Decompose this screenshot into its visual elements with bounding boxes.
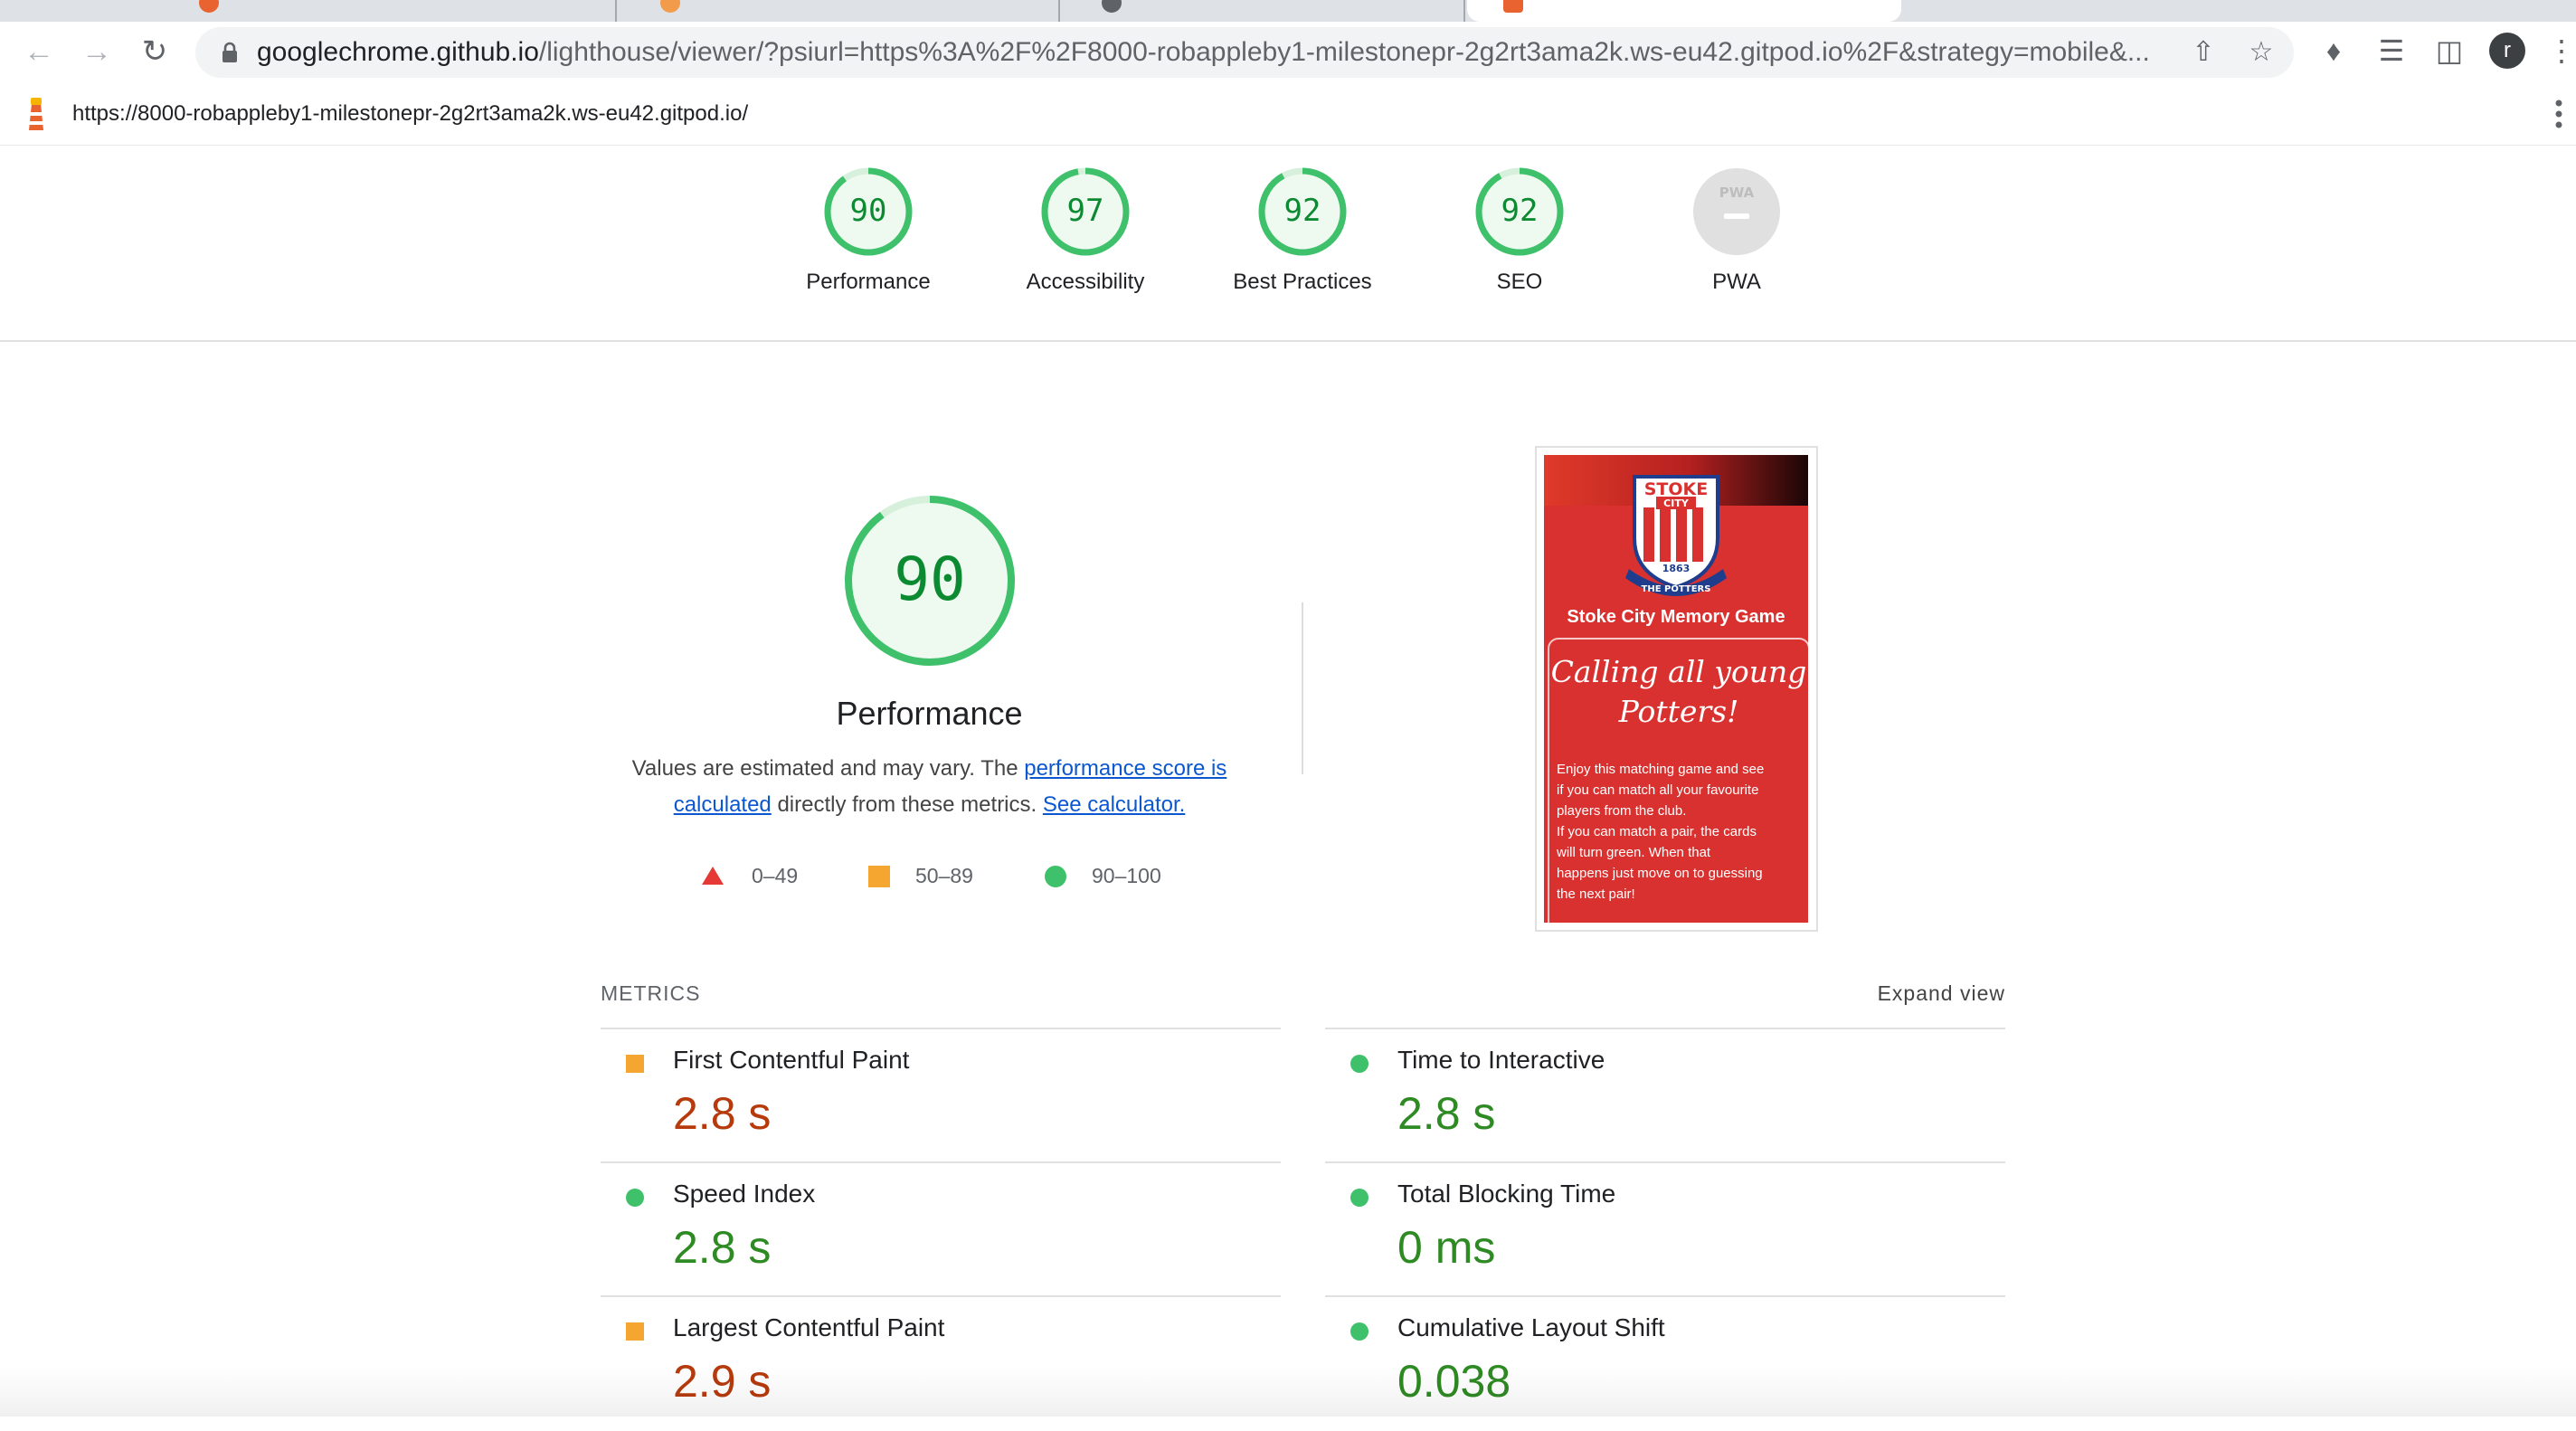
- metric-name: Largest Contentful Paint: [673, 1313, 945, 1341]
- screenshot-body-text: Enjoy this matching game and see if you …: [1557, 762, 1765, 902]
- metric-value: 2.8 s: [673, 1088, 772, 1139]
- fail-triangle-icon: [702, 867, 724, 885]
- gauge-ring: 92: [1475, 167, 1564, 256]
- bookmark-star-icon[interactable]: ☆: [2247, 38, 2276, 67]
- screenshot-intro-card: Calling all young Potters! Enjoy this ma…: [1548, 638, 1808, 923]
- gauge-score: 90: [850, 193, 887, 229]
- performance-score: 90: [894, 545, 965, 614]
- screenshot-content: STOKE CITY 1863 THE POTTERS Stoke City M…: [1544, 455, 1808, 923]
- window-bottom-shadow: [0, 1366, 2576, 1417]
- extensions-puzzle-icon[interactable]: ♦: [2316, 33, 2352, 69]
- tab-favicon-icon: [199, 0, 219, 13]
- screenshot-game-title: Stoke City Memory Game: [1567, 607, 1785, 627]
- pass-circle-icon: [1350, 1322, 1368, 1341]
- share-icon[interactable]: ⇧: [2189, 38, 2218, 67]
- gauge-score: 97: [1067, 193, 1104, 229]
- svg-text:STOKE: STOKE: [1644, 479, 1709, 499]
- side-panel-icon[interactable]: ◫: [2431, 33, 2467, 69]
- screenshot-heading: Calling all young Potters!: [1550, 654, 1807, 729]
- pwa-badge-icon: PWA: [1693, 168, 1780, 255]
- see-calculator-link[interactable]: See calculator.: [1043, 792, 1185, 817]
- score-scale-legend: 0–49 50–89 90–100: [701, 858, 1189, 894]
- lock-icon: [223, 42, 237, 62]
- final-screenshot[interactable]: STOKE CITY 1863 THE POTTERS Stoke City M…: [1535, 446, 1818, 932]
- expand-view-toggle[interactable]: Expand view: [1878, 981, 2005, 1006]
- tab-strip: [0, 0, 2576, 22]
- metrics-label: METRICS: [601, 981, 701, 1005]
- score-gauges: 90 Performance 97 Accessibility 92 Best …: [0, 145, 2576, 342]
- average-square-icon: [626, 1322, 644, 1341]
- report-menu-icon[interactable]: [2552, 96, 2565, 132]
- metric-name: Total Blocking Time: [1397, 1180, 1616, 1208]
- tab-favicon-icon: [1102, 0, 1122, 13]
- gauge-ring: 92: [1258, 167, 1347, 256]
- gauge-ring: 90: [824, 167, 913, 256]
- address-url: googlechrome.github.io/lighthouse/viewer…: [257, 37, 2150, 67]
- pass-circle-icon: [1045, 866, 1066, 887]
- gauge-label: Accessibility: [1026, 270, 1145, 294]
- pass-circle-icon: [626, 1189, 644, 1207]
- svg-text:1863: 1863: [1662, 563, 1690, 574]
- browser-tab[interactable]: [1065, 0, 1465, 22]
- stoke-city-crest-icon: STOKE CITY 1863 THE POTTERS: [1625, 475, 1727, 596]
- browser-menu-icon[interactable]: ⋮: [2547, 33, 2576, 69]
- report-url[interactable]: https://8000-robappleby1-milestonepr-2g2…: [72, 83, 748, 145]
- metric-speed-index: Speed Index 2.8 s: [601, 1163, 1281, 1297]
- gauge-score: 92: [1501, 193, 1539, 229]
- svg-text:CITY: CITY: [1663, 498, 1690, 509]
- browser-tab[interactable]: [624, 0, 1060, 22]
- metrics-header: METRICS Expand view: [601, 981, 2005, 1018]
- legend-pass-range: 90–100: [1092, 864, 1161, 887]
- gauge-score: 92: [1284, 193, 1321, 229]
- forward-arrow-icon[interactable]: →: [76, 31, 118, 72]
- metric-name: First Contentful Paint: [673, 1046, 910, 1074]
- section-divider: [1302, 602, 1303, 774]
- performance-description: Values are estimated and may vary. The p…: [631, 756, 1227, 817]
- metric-name: Cumulative Layout Shift: [1397, 1313, 1665, 1341]
- pass-circle-icon: [1350, 1055, 1368, 1073]
- profile-avatar[interactable]: r: [2489, 33, 2525, 69]
- gauge-ring: 97: [1041, 167, 1130, 256]
- gauge-best-practices[interactable]: 92 Best Practices: [1203, 166, 1402, 295]
- gauge-label: SEO: [1496, 270, 1543, 294]
- lighthouse-topbar: https://8000-robappleby1-milestonepr-2g2…: [0, 83, 2576, 146]
- metric-value: 2.8 s: [673, 1222, 772, 1273]
- pass-circle-icon: [1350, 1189, 1368, 1207]
- average-square-icon: [868, 866, 890, 887]
- legend-fail-range: 0–49: [752, 864, 799, 887]
- legend-average-range: 50–89: [915, 864, 973, 887]
- reload-icon[interactable]: ↻: [134, 31, 175, 72]
- gauge-label: PWA: [1712, 270, 1761, 294]
- metric-name: Time to Interactive: [1397, 1046, 1605, 1074]
- tab-favicon-icon: [660, 0, 680, 13]
- browser-toolbar: ← → ↻ googlechrome.github.io/lighthouse/…: [0, 22, 2576, 84]
- browser-tab[interactable]: [163, 0, 617, 22]
- gauge-pwa[interactable]: PWA PWA: [1637, 166, 1836, 295]
- lighthouse-logo-icon: [29, 98, 43, 130]
- gauge-label: Performance: [806, 270, 931, 294]
- metric-name: Speed Index: [673, 1180, 816, 1208]
- metric-value: 0 ms: [1397, 1222, 1496, 1273]
- pwa-badge-text: PWA: [1719, 185, 1755, 201]
- media-controls-icon[interactable]: ☰: [2373, 33, 2410, 69]
- lighthouse-favicon-icon: [1503, 0, 1523, 13]
- gauge-label: Best Practices: [1233, 270, 1372, 294]
- browser-tab-active[interactable]: [1467, 0, 1901, 22]
- metric-value: 2.8 s: [1397, 1088, 1496, 1139]
- back-arrow-icon[interactable]: ←: [18, 31, 60, 72]
- performance-gauge-ring: 90: [845, 496, 1015, 666]
- address-bar[interactable]: googlechrome.github.io/lighthouse/viewer…: [195, 27, 2294, 78]
- metric-time-to-interactive: Time to Interactive 2.8 s: [1325, 1029, 2005, 1163]
- svg-text:THE POTTERS: THE POTTERS: [1642, 584, 1711, 594]
- performance-title: Performance: [836, 695, 1023, 732]
- performance-gauge-large: 90: [842, 493, 1018, 673]
- gauge-accessibility[interactable]: 97 Accessibility: [986, 166, 1185, 295]
- metric-first-contentful-paint: First Contentful Paint 2.8 s: [601, 1029, 1281, 1163]
- gauge-seo[interactable]: 92 SEO: [1420, 166, 1619, 295]
- average-square-icon: [626, 1055, 644, 1073]
- metric-total-blocking-time: Total Blocking Time 0 ms: [1325, 1163, 2005, 1297]
- gauge-performance[interactable]: 90 Performance: [769, 166, 968, 295]
